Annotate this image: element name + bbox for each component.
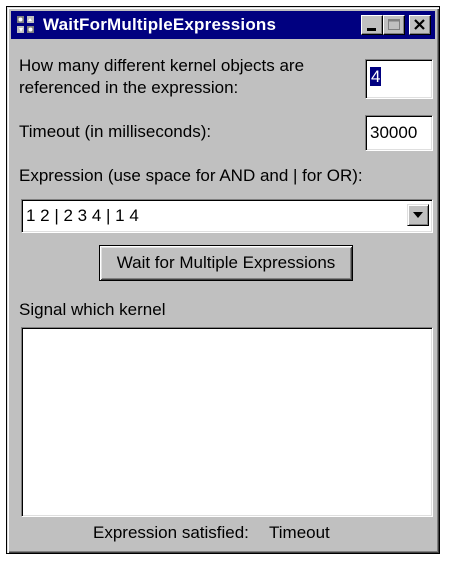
maximize-icon xyxy=(388,19,400,30)
expression-dropdown-button[interactable] xyxy=(407,204,429,226)
kernel-count-label-line1: How many different kernel objects are xyxy=(19,56,305,75)
minimize-button[interactable] xyxy=(361,15,383,35)
expression-label: Expression (use space for AND and | for … xyxy=(19,166,363,185)
minimize-icon xyxy=(367,28,376,31)
kernel-count-label-line2: referenced in the expression: xyxy=(19,78,239,97)
maximize-button[interactable] xyxy=(383,15,405,35)
timeout-field[interactable]: 30000 xyxy=(365,115,433,151)
timeout-label: Timeout (in milliseconds): xyxy=(19,122,212,141)
chevron-down-icon xyxy=(413,212,423,218)
signal-kernel-list[interactable] xyxy=(21,327,433,517)
expression-combobox[interactable]: 1 2 | 2 3 4 | 1 4 xyxy=(21,199,433,233)
status-label: Expression satisfied: xyxy=(93,523,249,542)
window-controls xyxy=(361,15,431,35)
status-value: Timeout xyxy=(269,523,330,542)
app-window: WaitForMultipleExpressions How many diff… xyxy=(6,6,440,554)
kernel-count-value: 4 xyxy=(370,67,382,86)
close-button[interactable] xyxy=(409,15,431,35)
close-icon xyxy=(414,19,425,30)
wait-for-multiple-expressions-button[interactable]: Wait for Multiple Expressions xyxy=(99,245,353,281)
signal-label: Signal which kernel xyxy=(19,300,166,319)
app-icon[interactable] xyxy=(15,14,37,36)
kernel-count-field[interactable]: 4 xyxy=(365,59,433,99)
window-title: WaitForMultipleExpressions xyxy=(43,15,277,34)
timeout-value: 30000 xyxy=(370,123,418,142)
title-bar[interactable]: WaitForMultipleExpressions xyxy=(11,11,435,39)
expression-value: 1 2 | 2 3 4 | 1 4 xyxy=(26,206,139,225)
